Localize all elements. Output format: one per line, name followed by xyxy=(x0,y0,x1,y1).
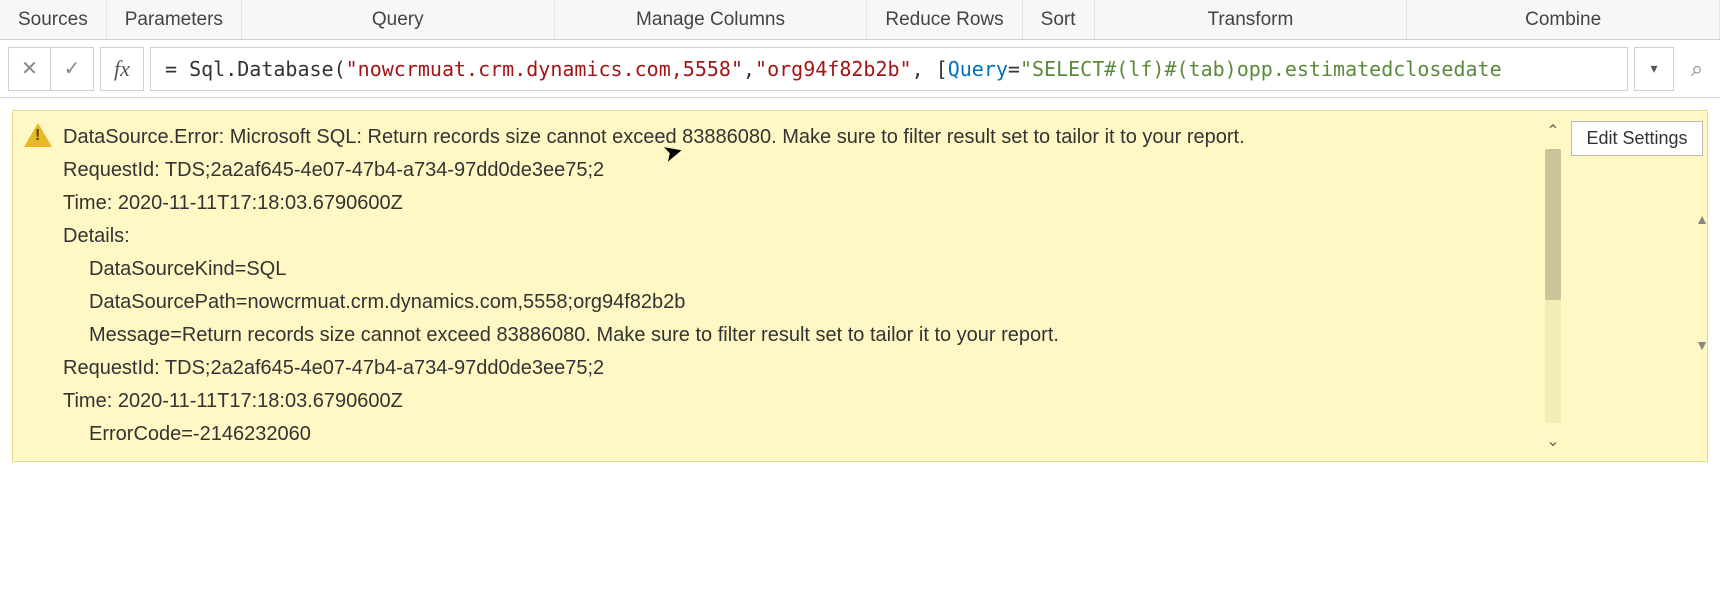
triangle-down-icon: ▼ xyxy=(1695,337,1709,353)
error-message-body: DataSource.Error: Microsoft SQL: Return … xyxy=(63,111,1539,461)
error-line: Message=Return records size cannot excee… xyxy=(63,319,1529,352)
ribbon-group-transform[interactable]: Transform xyxy=(1095,1,1408,39)
search-button[interactable]: ⌕ xyxy=(1682,47,1712,91)
scroll-down-icon[interactable]: ⌄ xyxy=(1546,431,1559,451)
formula-input[interactable]: = Sql.Database( "nowcrmuat.crm.dynamics.… xyxy=(150,47,1628,91)
edit-settings-wrap: Edit Settings xyxy=(1567,111,1707,461)
formula-bar: ✕ ✓ fx = Sql.Database( "nowcrmuat.crm.dy… xyxy=(0,40,1720,98)
ribbon-group-manage-columns[interactable]: Manage Columns xyxy=(555,1,868,39)
formula-eq: = xyxy=(1008,57,1020,81)
error-icon-column xyxy=(13,111,63,461)
ribbon-group-query[interactable]: Query xyxy=(242,1,555,39)
error-line: DataSourcePath=nowcrmuat.crm.dynamics.co… xyxy=(63,286,1529,319)
error-line: RequestId: TDS;2a2af645-4e07-47b4-a734-9… xyxy=(63,352,1529,385)
ribbon-group-combine[interactable]: Combine xyxy=(1407,1,1720,39)
error-scrollbar[interactable]: ⌃ ⌄ xyxy=(1539,111,1567,461)
fx-button[interactable]: fx xyxy=(100,47,144,91)
check-icon: ✓ xyxy=(64,56,81,81)
error-line: DataSourceKind=SQL xyxy=(63,253,1529,286)
ribbon-group-sources[interactable]: Sources xyxy=(0,1,107,39)
ribbon-group-reduce-rows[interactable]: Reduce Rows xyxy=(867,1,1022,39)
triangle-up-icon: ▲ xyxy=(1695,211,1709,227)
error-line: Details: xyxy=(63,220,1529,253)
error-line: ErrorCode=-2146232060 xyxy=(63,418,1529,451)
scroll-track[interactable] xyxy=(1545,149,1561,423)
formula-arg1: "nowcrmuat.crm.dynamics.com,5558" xyxy=(346,57,743,81)
formula-text-prefix: = Sql.Database( xyxy=(165,57,346,81)
formula-sep2: , [ xyxy=(912,57,948,81)
ribbon-toolbar: Sources Parameters Query Manage Columns … xyxy=(0,0,1720,40)
formula-expand-dropdown[interactable]: ▾ xyxy=(1634,47,1674,91)
error-line: DataSource.Error: Microsoft SQL: Return … xyxy=(63,121,1529,154)
edit-settings-button[interactable]: Edit Settings xyxy=(1571,121,1702,156)
error-line: Time: 2020-11-11T17:18:03.6790600Z xyxy=(63,187,1529,220)
close-icon: ✕ xyxy=(21,56,38,81)
formula-arg3: "SELECT#(lf)#(tab)opp.estimatedclosedate xyxy=(1020,57,1502,81)
formula-param-key: Query xyxy=(948,57,1008,81)
formula-sep1: , xyxy=(743,57,755,81)
formula-arg2: "org94f82b2b" xyxy=(755,57,912,81)
error-line: Time: 2020-11-11T17:18:03.6790600Z xyxy=(63,385,1529,418)
ribbon-group-parameters[interactable]: Parameters xyxy=(107,1,242,39)
scroll-thumb[interactable] xyxy=(1545,149,1561,300)
warning-icon xyxy=(24,123,52,147)
chevron-down-icon: ▾ xyxy=(1650,60,1657,77)
error-panel: DataSource.Error: Microsoft SQL: Return … xyxy=(12,110,1708,462)
formula-action-box: ✕ ✓ xyxy=(8,47,94,91)
search-icon: ⌕ xyxy=(1691,56,1703,82)
error-line: RequestId: TDS;2a2af645-4e07-47b4-a734-9… xyxy=(63,154,1529,187)
ribbon-group-sort[interactable]: Sort xyxy=(1023,1,1095,39)
accept-formula-button[interactable]: ✓ xyxy=(51,47,93,91)
side-arrows: ▲ ▼ xyxy=(1695,211,1709,353)
content-area: DataSource.Error: Microsoft SQL: Return … xyxy=(0,98,1720,474)
scroll-up-icon[interactable]: ⌃ xyxy=(1546,121,1559,141)
cancel-formula-button[interactable]: ✕ xyxy=(9,47,51,91)
